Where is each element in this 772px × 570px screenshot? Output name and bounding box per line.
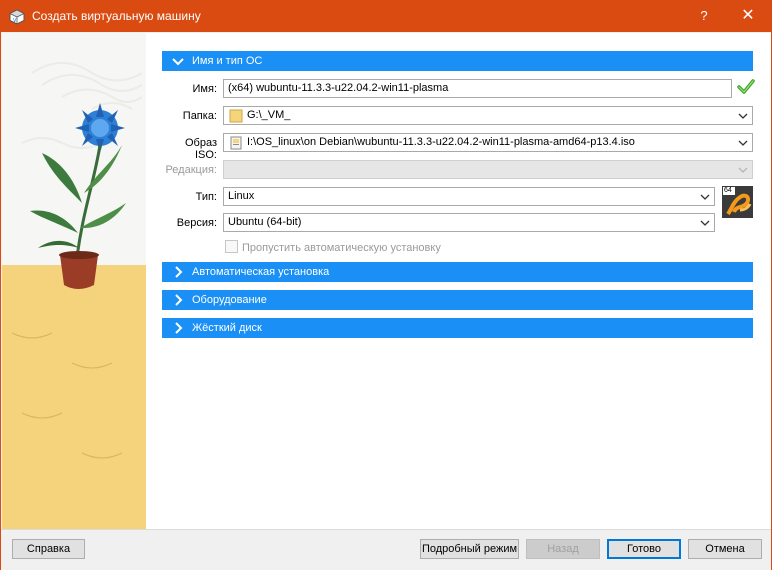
window-title: Создать виртуальную машину — [32, 9, 201, 23]
create-vm-dialog: V Создать виртуальную машину ? ✕ Имя и т… — [0, 0, 772, 570]
version-value: Ubuntu (64-bit) — [228, 216, 302, 228]
help-title-button[interactable]: ? — [691, 5, 717, 27]
os-bitness-badge: 64 — [724, 187, 732, 194]
chevron-down-icon — [738, 140, 748, 146]
chevron-down-icon — [700, 194, 710, 200]
expert-mode-button[interactable]: Подробный режим — [420, 539, 519, 559]
os-type-icon: 64 — [722, 186, 753, 218]
virtualbox-icon: V — [9, 9, 25, 25]
skip-unattended-label: Пропустить автоматическую установку — [242, 242, 441, 254]
type-select[interactable]: Linux — [223, 187, 715, 206]
section-disk[interactable]: Жёсткий диск — [162, 318, 753, 338]
checkbox-box — [225, 240, 238, 253]
chevron-down-icon — [738, 167, 748, 173]
skip-unattended-checkbox: Пропустить автоматическую установку — [225, 240, 441, 254]
chevron-down-icon — [172, 58, 184, 66]
help-button[interactable]: Справка — [12, 539, 85, 559]
valid-check-icon — [737, 79, 755, 94]
iso-select[interactable]: I:\OS_linux\on Debian\wubuntu-11.3.3-u22… — [223, 133, 753, 152]
chevron-right-icon — [175, 294, 183, 306]
close-button[interactable]: ✕ — [735, 5, 761, 27]
finish-button[interactable]: Готово — [607, 539, 681, 559]
name-label: Имя: — [192, 83, 217, 95]
button-bar: Справка Подробный режим Назад Готово Отм… — [1, 529, 771, 570]
folder-icon — [229, 109, 243, 123]
section-hardware[interactable]: Оборудование — [162, 290, 753, 310]
name-input[interactable]: (x64) wubuntu-11.3.3-u22.04.2-win11-plas… — [223, 79, 732, 98]
edition-select — [223, 160, 753, 179]
type-label: Тип: — [195, 191, 217, 203]
iso-label: Образ ISO: — [184, 137, 217, 161]
section-disk-label: Жёсткий диск — [192, 322, 262, 334]
type-value: Linux — [228, 190, 255, 202]
section-unattended[interactable]: Автоматическая установка — [162, 262, 753, 282]
section-name-os[interactable]: Имя и тип ОС — [162, 51, 753, 71]
section-hardware-label: Оборудование — [192, 294, 267, 306]
chevron-down-icon — [738, 113, 748, 119]
svg-text:V: V — [13, 18, 17, 24]
wizard-content: Имя и тип ОС Имя: (x64) wubuntu-11.3.3-u… — [146, 33, 771, 529]
section-name-os-label: Имя и тип ОС — [192, 55, 263, 67]
folder-value: G:\_VM_ — [247, 109, 291, 121]
version-label: Версия: — [176, 217, 217, 229]
wizard-illustration — [2, 33, 146, 529]
section-unattended-label: Автоматическая установка — [192, 266, 330, 278]
iso-value: I:\OS_linux\on Debian\wubuntu-11.3.3-u22… — [247, 136, 635, 148]
edition-label: Редакция: — [165, 164, 217, 176]
folder-label: Папка: — [182, 110, 217, 122]
folder-select[interactable]: G:\_VM_ — [223, 106, 753, 125]
chevron-down-icon — [700, 220, 710, 226]
title-bar: V Создать виртуальную машину ? ✕ — [1, 1, 771, 32]
chevron-right-icon — [175, 322, 183, 334]
cancel-button[interactable]: Отмена — [688, 539, 762, 559]
version-select[interactable]: Ubuntu (64-bit) — [223, 213, 715, 232]
chevron-right-icon — [175, 266, 183, 278]
name-value: (x64) wubuntu-11.3.3-u22.04.2-win11-plas… — [228, 82, 449, 94]
iso-file-icon — [230, 136, 242, 150]
back-button[interactable]: Назад — [526, 539, 600, 559]
